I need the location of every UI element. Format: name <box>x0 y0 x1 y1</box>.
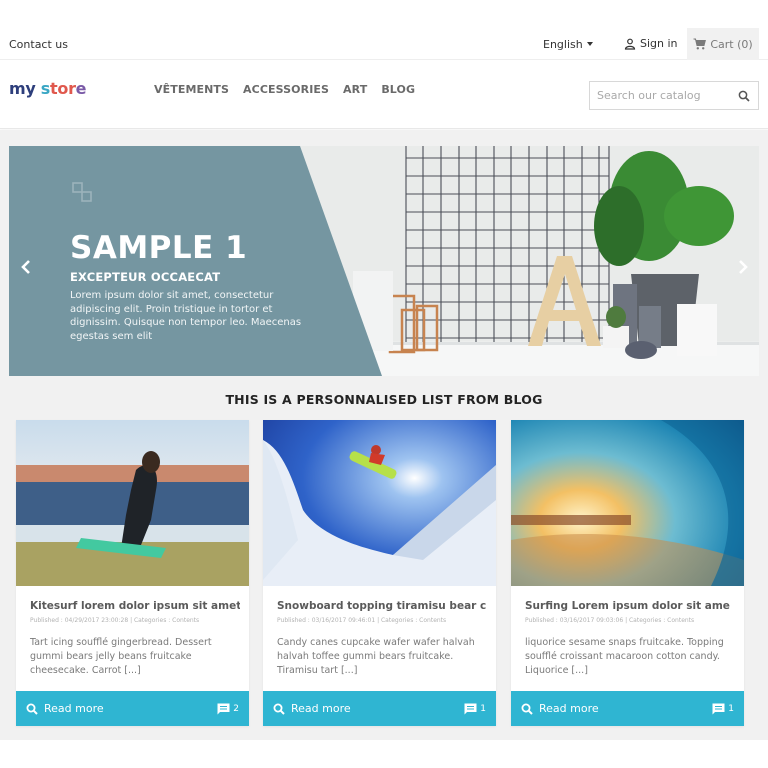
read-more-label: Read more <box>44 702 104 715</box>
read-more-label: Read more <box>291 702 351 715</box>
post-meta: Published : 03/16/2017 09:03:06 | Catego… <box>525 617 695 624</box>
cart-label: Cart (0) <box>710 37 753 51</box>
top-nav: Contact us English Sign in Cart (0) <box>0 28 768 60</box>
blog-post-card: Snowboard topping tiramisu bear cla Publ… <box>263 420 496 726</box>
post-meta: Published : 04/29/2017 23:00:28 | Catego… <box>30 617 200 624</box>
chevron-left-icon <box>21 260 30 274</box>
sign-in-label: Sign in <box>640 37 678 50</box>
read-more-button[interactable]: Read more <box>521 702 599 715</box>
post-title[interactable]: Surfing Lorem ipsum dolor sit ame <box>525 600 735 612</box>
blog-post-card: Kitesurf lorem dolor ipsum sit amet Publ… <box>16 420 249 726</box>
search-widget <box>589 81 759 110</box>
blog-post-card: Surfing Lorem ipsum dolor sit ame Publis… <box>511 420 744 726</box>
post-title[interactable]: Kitesurf lorem dolor ipsum sit amet <box>30 600 240 612</box>
read-more-label: Read more <box>539 702 599 715</box>
comment-count[interactable]: 1 <box>464 703 486 715</box>
logo-text-tor: tor <box>50 79 76 98</box>
sign-in-link[interactable]: Sign in <box>624 37 678 50</box>
search-icon[interactable] <box>738 90 750 102</box>
logo-text-my: my <box>9 79 36 98</box>
slide-subtitle: EXCEPTEUR OCCAECAT <box>70 270 221 284</box>
post-meta: Published : 03/16/2017 09:46:01 | Catego… <box>277 617 447 624</box>
comment-icon <box>464 703 477 714</box>
comment-count-value: 1 <box>728 703 734 714</box>
logo-text-e: e <box>75 79 87 98</box>
logo-text-s: s <box>40 79 51 98</box>
comment-icon <box>712 703 725 714</box>
slide-title: SAMPLE 1 <box>70 230 248 266</box>
comment-count[interactable]: 1 <box>712 703 734 715</box>
language-label: English <box>543 38 583 51</box>
comment-icon <box>217 703 230 714</box>
search-icon <box>273 703 285 715</box>
contact-us-link[interactable]: Contact us <box>9 38 68 51</box>
slider-next-button[interactable] <box>735 258 751 276</box>
store-logo[interactable]: my store <box>9 79 87 98</box>
menu-item-art[interactable]: ART <box>343 83 367 96</box>
search-icon <box>521 703 533 715</box>
chevron-right-icon <box>739 260 748 274</box>
comment-count[interactable]: 2 <box>217 703 239 715</box>
slider-prev-button[interactable] <box>18 258 34 276</box>
card-footer: Read more 1 <box>263 691 496 726</box>
kitesurf-photo[interactable] <box>16 420 249 586</box>
search-input[interactable] <box>590 82 730 109</box>
surfing-photo[interactable] <box>511 420 744 586</box>
card-footer: Read more 1 <box>511 691 744 726</box>
hero-slider: SAMPLE 1 EXCEPTEUR OCCAECAT Lorem ipsum … <box>9 146 759 376</box>
comment-count-value: 1 <box>480 703 486 714</box>
main-menu: VÊTEMENTS ACCESSORIES ART BLOG <box>154 83 415 96</box>
comment-count-value: 2 <box>233 703 239 714</box>
slide-caption: SAMPLE 1 EXCEPTEUR OCCAECAT Lorem ipsum … <box>70 230 310 343</box>
user-icon <box>624 38 636 50</box>
post-excerpt: Tart icing soufflé gingerbread. Dessert … <box>30 637 212 676</box>
menu-item-blog[interactable]: BLOG <box>381 83 415 96</box>
cart-button[interactable]: Cart (0) <box>687 28 759 60</box>
snowboard-photo[interactable] <box>263 420 496 586</box>
language-selector[interactable]: English <box>543 38 593 51</box>
decorative-squares-icon <box>72 182 92 202</box>
shopping-cart-icon <box>693 38 707 50</box>
slide-description: Lorem ipsum dolor sit amet, consectetur … <box>70 290 302 342</box>
caret-down-icon <box>586 42 593 46</box>
post-title[interactable]: Snowboard topping tiramisu bear cla <box>277 600 487 612</box>
menu-item-vetements[interactable]: VÊTEMENTS <box>154 83 229 96</box>
search-icon <box>26 703 38 715</box>
read-more-button[interactable]: Read more <box>273 702 351 715</box>
read-more-button[interactable]: Read more <box>26 702 104 715</box>
card-footer: Read more 2 <box>16 691 249 726</box>
menu-item-accessories[interactable]: ACCESSORIES <box>243 83 329 96</box>
post-excerpt: Candy canes cupcake wafer wafer halvah h… <box>277 637 475 676</box>
site-header: my store VÊTEMENTS ACCESSORIES ART BLOG <box>0 61 768 129</box>
blog-section-heading: THIS IS A PERSONNALISED LIST FROM BLOG <box>225 392 543 407</box>
post-excerpt: liquorice sesame snaps fruitcake. Toppin… <box>525 637 724 676</box>
